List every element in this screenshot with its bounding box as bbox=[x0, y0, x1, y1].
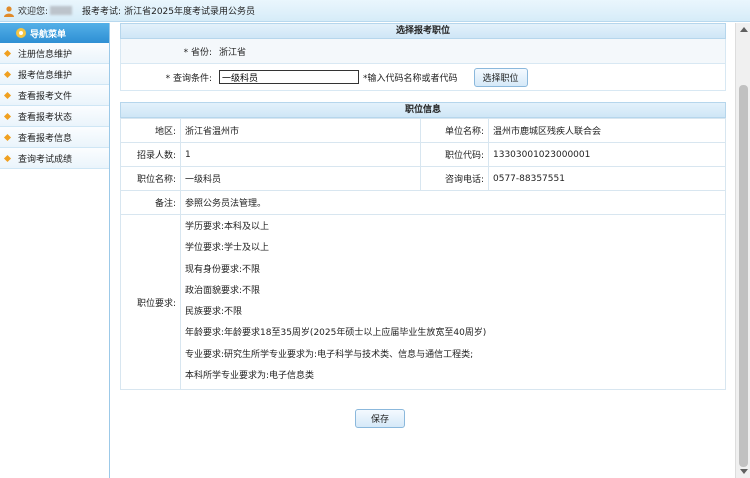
requirement-ethnicity: 民族要求:不限 bbox=[185, 307, 243, 318]
sidebar-item-application-files[interactable]: 查看报考文件 bbox=[0, 85, 109, 106]
count-value: 1 bbox=[180, 142, 421, 167]
sidebar-item-application-info[interactable]: 报考信息维护 bbox=[0, 64, 109, 85]
main-content: 选择报考职位 * 省份: 浙江省 * 查询条件: *输入代码名称或者代码 选择职… bbox=[111, 23, 735, 478]
requirement-major-graduate: 专业要求:研究生所学专业要求为:电子科学与技术类、信息与通信工程类; bbox=[185, 349, 474, 360]
position-info-table: 地区: 浙江省温州市 单位名称: 温州市鹿城区残疾人联合会 招录人数: 1 职位… bbox=[120, 118, 726, 391]
position-label: 职位名称: bbox=[120, 166, 181, 191]
top-bar: 欢迎您: 报考考试: 浙江省2025年度考试录用公务员 bbox=[0, 0, 750, 22]
nav-menu-icon bbox=[16, 28, 26, 38]
sidebar-item-view-application[interactable]: 查看报考信息 bbox=[0, 127, 109, 148]
bullet-icon bbox=[3, 70, 12, 78]
code-value: 13303001023000001 bbox=[488, 142, 726, 167]
sidebar-item-label: 查看报考文件 bbox=[18, 91, 73, 102]
sidebar-item-label: 查询考试成绩 bbox=[18, 154, 73, 165]
bullet-icon bbox=[3, 112, 12, 120]
bullet-icon bbox=[3, 154, 12, 162]
code-label: 职位代码: bbox=[420, 142, 489, 167]
table-row: 备注: 参照公务员法管理。 bbox=[120, 190, 726, 215]
query-input[interactable] bbox=[219, 70, 359, 84]
nav-menu-title: 导航菜单 bbox=[30, 29, 67, 40]
requirement-degree: 学位要求:学士及以上 bbox=[185, 243, 270, 254]
remark-value: 参照公务员法管理。 bbox=[180, 190, 726, 215]
province-row: * 省份: 浙江省 bbox=[120, 39, 726, 64]
province-label: * 省份: bbox=[183, 47, 212, 58]
requirements-cell: 学历要求:本科及以上 学位要求:学士及以上 现有身份要求:不限 政治面貌要求:不… bbox=[180, 213, 726, 391]
query-hint: *输入代码名称或者代码 bbox=[363, 73, 458, 84]
table-row: 地区: 浙江省温州市 单位名称: 温州市鹿城区残疾人联合会 bbox=[120, 118, 726, 143]
requirement-identity: 现有身份要求:不限 bbox=[185, 264, 261, 275]
requirements-list: 学历要求:本科及以上 学位要求:学士及以上 现有身份要求:不限 政治面貌要求:不… bbox=[185, 217, 721, 387]
select-position-button[interactable]: 选择职位 bbox=[473, 67, 528, 87]
region-label: 地区: bbox=[120, 118, 181, 143]
sidebar-item-label: 查看报考状态 bbox=[18, 112, 73, 123]
phone-label: 咨询电话: bbox=[420, 166, 489, 191]
unit-label: 单位名称: bbox=[420, 118, 489, 143]
sidebar-item-exam-scores[interactable]: 查询考试成绩 bbox=[0, 148, 109, 169]
position-info-section: 职位信息 地区: 浙江省温州市 单位名称: 温州市鹿城区残疾人联合会 招录人数:… bbox=[120, 102, 726, 391]
bullet-icon bbox=[3, 49, 12, 57]
nav-menu-header: 导航菜单 bbox=[0, 23, 109, 43]
unit-value: 温州市鹿城区残疾人联合会 bbox=[488, 118, 726, 143]
bullet-icon bbox=[3, 91, 12, 99]
sidebar-item-label: 查看报考信息 bbox=[18, 133, 73, 144]
requirements-label: 职位要求: bbox=[120, 213, 181, 391]
user-icon bbox=[3, 5, 15, 17]
requirement-political: 政治面貌要求:不限 bbox=[185, 285, 261, 296]
welcome-text: 欢迎您: bbox=[18, 7, 49, 17]
masked-username bbox=[50, 6, 73, 15]
bullet-icon bbox=[3, 133, 12, 141]
select-position-section: 选择报考职位 * 省份: 浙江省 * 查询条件: *输入代码名称或者代码 选择职… bbox=[120, 23, 726, 91]
save-button[interactable]: 保存 bbox=[355, 409, 405, 428]
table-row: 招录人数: 1 职位代码: 13303001023000001 bbox=[120, 142, 726, 167]
save-area: 保存 bbox=[355, 409, 405, 428]
sidebar-item-label: 注册信息维护 bbox=[18, 49, 73, 60]
remark-label: 备注: bbox=[120, 190, 181, 215]
sidebar-item-label: 报考信息维护 bbox=[18, 70, 73, 81]
count-label: 招录人数: bbox=[120, 142, 181, 167]
requirement-major-undergraduate: 本科所学专业要求为:电子信息类 bbox=[185, 371, 315, 382]
requirement-education: 学历要求:本科及以上 bbox=[185, 222, 270, 232]
query-controls: *输入代码名称或者代码 选择职位 bbox=[216, 67, 528, 87]
requirement-age: 年龄要求:年龄要求18至35周岁(2025年硕士以上应届毕业生放宽至40周岁) bbox=[185, 328, 487, 339]
table-row: 职位名称: 一级科员 咨询电话: 0577-88357551 bbox=[120, 166, 726, 191]
sidebar: 导航菜单 注册信息维护 报考信息维护 查看报考文件 查看报考状态 查看报考信息 … bbox=[0, 23, 110, 478]
vertical-scrollbar[interactable] bbox=[735, 23, 750, 478]
province-value: 浙江省 bbox=[219, 47, 247, 58]
query-row: * 查询条件: *输入代码名称或者代码 选择职位 bbox=[120, 64, 726, 91]
exam-name: 浙江省2025年度考试录用公务员 bbox=[124, 7, 255, 17]
table-row: 职位要求: 学历要求:本科及以上 学位要求:学士及以上 现有身份要求:不限 政治… bbox=[120, 213, 726, 391]
phone-value: 0577-88357551 bbox=[488, 166, 726, 191]
scrollbar-thumb[interactable] bbox=[739, 85, 748, 467]
sidebar-item-registration[interactable]: 注册信息维护 bbox=[0, 43, 109, 64]
exam-prefix: 报考考试: bbox=[82, 7, 122, 17]
region-value: 浙江省温州市 bbox=[180, 118, 421, 143]
position-value: 一级科员 bbox=[180, 166, 421, 191]
sidebar-item-application-status[interactable]: 查看报考状态 bbox=[0, 106, 109, 127]
select-position-title: 选择报考职位 bbox=[120, 23, 726, 39]
scroll-down-icon[interactable] bbox=[740, 469, 748, 474]
scroll-up-icon[interactable] bbox=[740, 27, 748, 32]
position-info-title: 职位信息 bbox=[120, 102, 726, 118]
query-label: * 查询条件: bbox=[165, 73, 212, 84]
